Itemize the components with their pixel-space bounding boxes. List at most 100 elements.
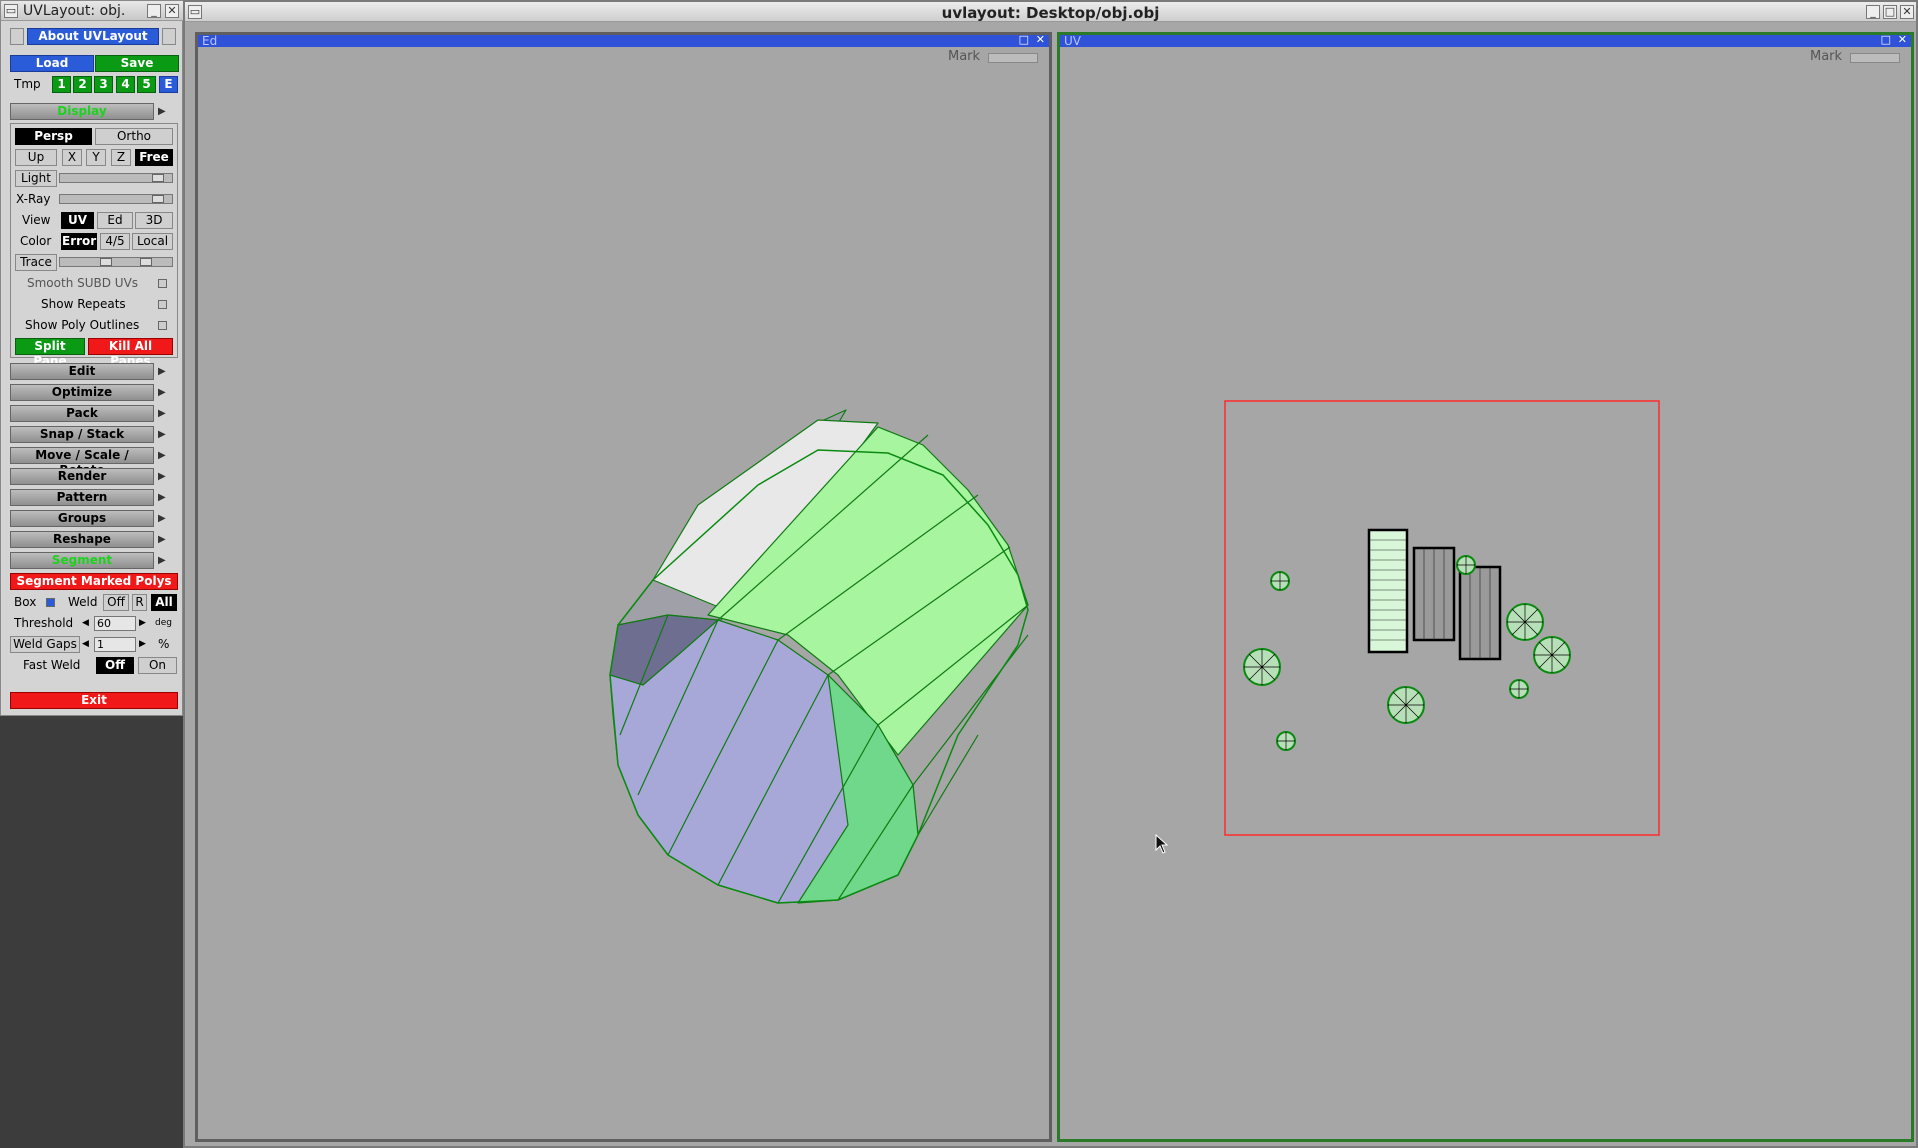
light-slider[interactable] [59,173,173,183]
show-poly-outlines-checkbox[interactable] [158,321,167,330]
uv-shells [1243,528,1571,751]
tmp-label: Tmp [14,77,41,91]
smooth-subd-checkbox[interactable] [158,279,167,288]
weld-gaps-unit: % [158,637,170,651]
render-expand-icon[interactable]: ▶ [158,468,170,485]
pattern-section[interactable]: Pattern [10,489,154,506]
minimize-icon[interactable]: _ [147,4,161,18]
light-button[interactable]: Light [15,170,57,187]
tmp-slot-e[interactable]: E [159,76,178,93]
axis-z-button[interactable]: Z [111,149,131,166]
color-label: Color [20,234,52,248]
edit-expand-icon[interactable]: ▶ [158,363,170,380]
load-button[interactable]: Load [10,55,94,72]
tmp-slot-5[interactable]: 5 [137,76,156,93]
axis-free-button[interactable]: Free [135,149,173,166]
snap-stack-expand-icon[interactable]: ▶ [158,426,170,443]
trace-slider-knob-max[interactable] [140,258,152,266]
main-window-title: uvlayout: Desktop/obj.obj [941,4,1160,22]
fast-weld-off-button[interactable]: Off [96,657,134,674]
close-icon[interactable]: ✕ [1900,5,1914,19]
show-repeats-checkbox[interactable] [158,300,167,309]
reshape-section[interactable]: Reshape [10,531,154,548]
save-button[interactable]: Save [95,55,179,72]
edit-section[interactable]: Edit [10,363,154,380]
split-pane-button[interactable]: Split Pane [15,338,85,368]
pack-expand-icon[interactable]: ▶ [158,405,170,422]
segment-marked-polys-button[interactable]: Segment Marked Polys [10,573,178,590]
snap-stack-section[interactable]: Snap / Stack [10,426,154,443]
color-45-button[interactable]: 4/5 [100,233,130,250]
main-window-titlebar[interactable]: ▭ uvlayout: Desktop/obj.obj _ □ ✕ [185,2,1916,22]
light-slider-knob[interactable] [152,174,164,182]
trace-slider[interactable] [59,257,173,267]
weld-r-button[interactable]: R [132,594,147,611]
window-menu-icon[interactable]: ▭ [4,4,18,18]
threshold-field[interactable]: 60 [94,616,136,631]
groups-expand-icon[interactable]: ▶ [158,510,170,527]
tmp-slot-3[interactable]: 3 [94,76,113,93]
segment-section[interactable]: Segment [10,552,154,569]
reshape-expand-icon[interactable]: ▶ [158,531,170,548]
box-label: Box [14,595,37,609]
left-handle[interactable] [10,28,24,45]
pack-section[interactable]: Pack [10,405,154,422]
maximize-icon[interactable]: □ [1883,5,1897,19]
pattern-expand-icon[interactable]: ▶ [158,489,170,506]
weld-gaps-decrement-icon[interactable]: ◀ [82,636,89,653]
weld-gaps-field[interactable]: 1 [94,637,136,652]
optimize-expand-icon[interactable]: ▶ [158,384,170,401]
fast-weld-on-button[interactable]: On [138,657,177,674]
persp-button[interactable]: Persp [15,128,92,145]
uvlayout-main-window: ▭ uvlayout: Desktop/obj.obj _ □ ✕ Ed □ ✕… [183,0,1918,1148]
weld-all-button[interactable]: All [151,594,177,611]
trace-button[interactable]: Trace [15,254,57,271]
tool-window-titlebar[interactable]: ▭ UVLayout: obj. _ ✕ [1,1,184,21]
groups-section[interactable]: Groups [10,510,154,527]
threshold-increment-icon[interactable]: ▶ [139,615,146,632]
display-expand-icon[interactable]: ▶ [158,103,170,120]
move-scale-rotate-expand-icon[interactable]: ▶ [158,447,170,464]
view-3d-button[interactable]: 3D [135,212,173,229]
axis-y-button[interactable]: Y [86,149,106,166]
mouse-cursor-icon [1155,833,1169,857]
axis-x-button[interactable]: X [62,149,82,166]
render-section[interactable]: Render [10,468,154,485]
weld-off-button[interactable]: Off [103,594,129,611]
ortho-button[interactable]: Ortho [95,128,173,145]
move-scale-rotate-section[interactable]: Move / Scale / Rotate [10,447,154,477]
smooth-subd-label: Smooth SUBD UVs [27,276,139,290]
uvlayout-tool-window: ▭ UVLayout: obj. _ ✕ About UVLayout Load… [0,0,184,716]
tmp-slot-2[interactable]: 2 [73,76,92,93]
ed-pane[interactable]: Ed □ ✕ Mark [195,32,1052,1142]
up-button[interactable]: Up [15,149,57,166]
xray-slider-knob[interactable] [152,195,164,203]
box-checkbox[interactable] [46,598,55,607]
segment-expand-icon[interactable]: ▶ [158,552,170,569]
about-button[interactable]: About UVLayout [27,28,159,45]
color-local-button[interactable]: Local [132,233,173,250]
optimize-section[interactable]: Optimize [10,384,154,401]
weld-gaps-button[interactable]: Weld Gaps [10,636,80,653]
view-uv-button[interactable]: UV [61,212,94,229]
ed-3d-viewport[interactable] [198,35,1049,1135]
uv-viewport[interactable] [1060,35,1911,1135]
cylinder-mesh [609,409,1029,904]
fast-weld-label: Fast Weld [23,658,81,672]
view-ed-button[interactable]: Ed [97,212,133,229]
close-icon[interactable]: ✕ [165,4,179,18]
show-poly-outlines-label: Show Poly Outlines [25,318,140,332]
exit-button[interactable]: Exit [10,692,178,709]
tmp-slot-1[interactable]: 1 [52,76,71,93]
minimize-icon[interactable]: _ [1866,5,1880,19]
weld-gaps-increment-icon[interactable]: ▶ [139,636,146,653]
kill-all-panes-button[interactable]: Kill All Panes [88,338,173,368]
trace-slider-knob-min[interactable] [100,258,112,266]
color-error-button[interactable]: Error [61,233,97,250]
xray-slider[interactable] [59,194,173,204]
tmp-slot-4[interactable]: 4 [116,76,135,93]
right-handle[interactable] [162,28,176,45]
display-section[interactable]: Display [10,103,154,120]
threshold-decrement-icon[interactable]: ◀ [82,615,89,632]
uv-pane[interactable]: UV □ ✕ Mark [1057,32,1914,1142]
